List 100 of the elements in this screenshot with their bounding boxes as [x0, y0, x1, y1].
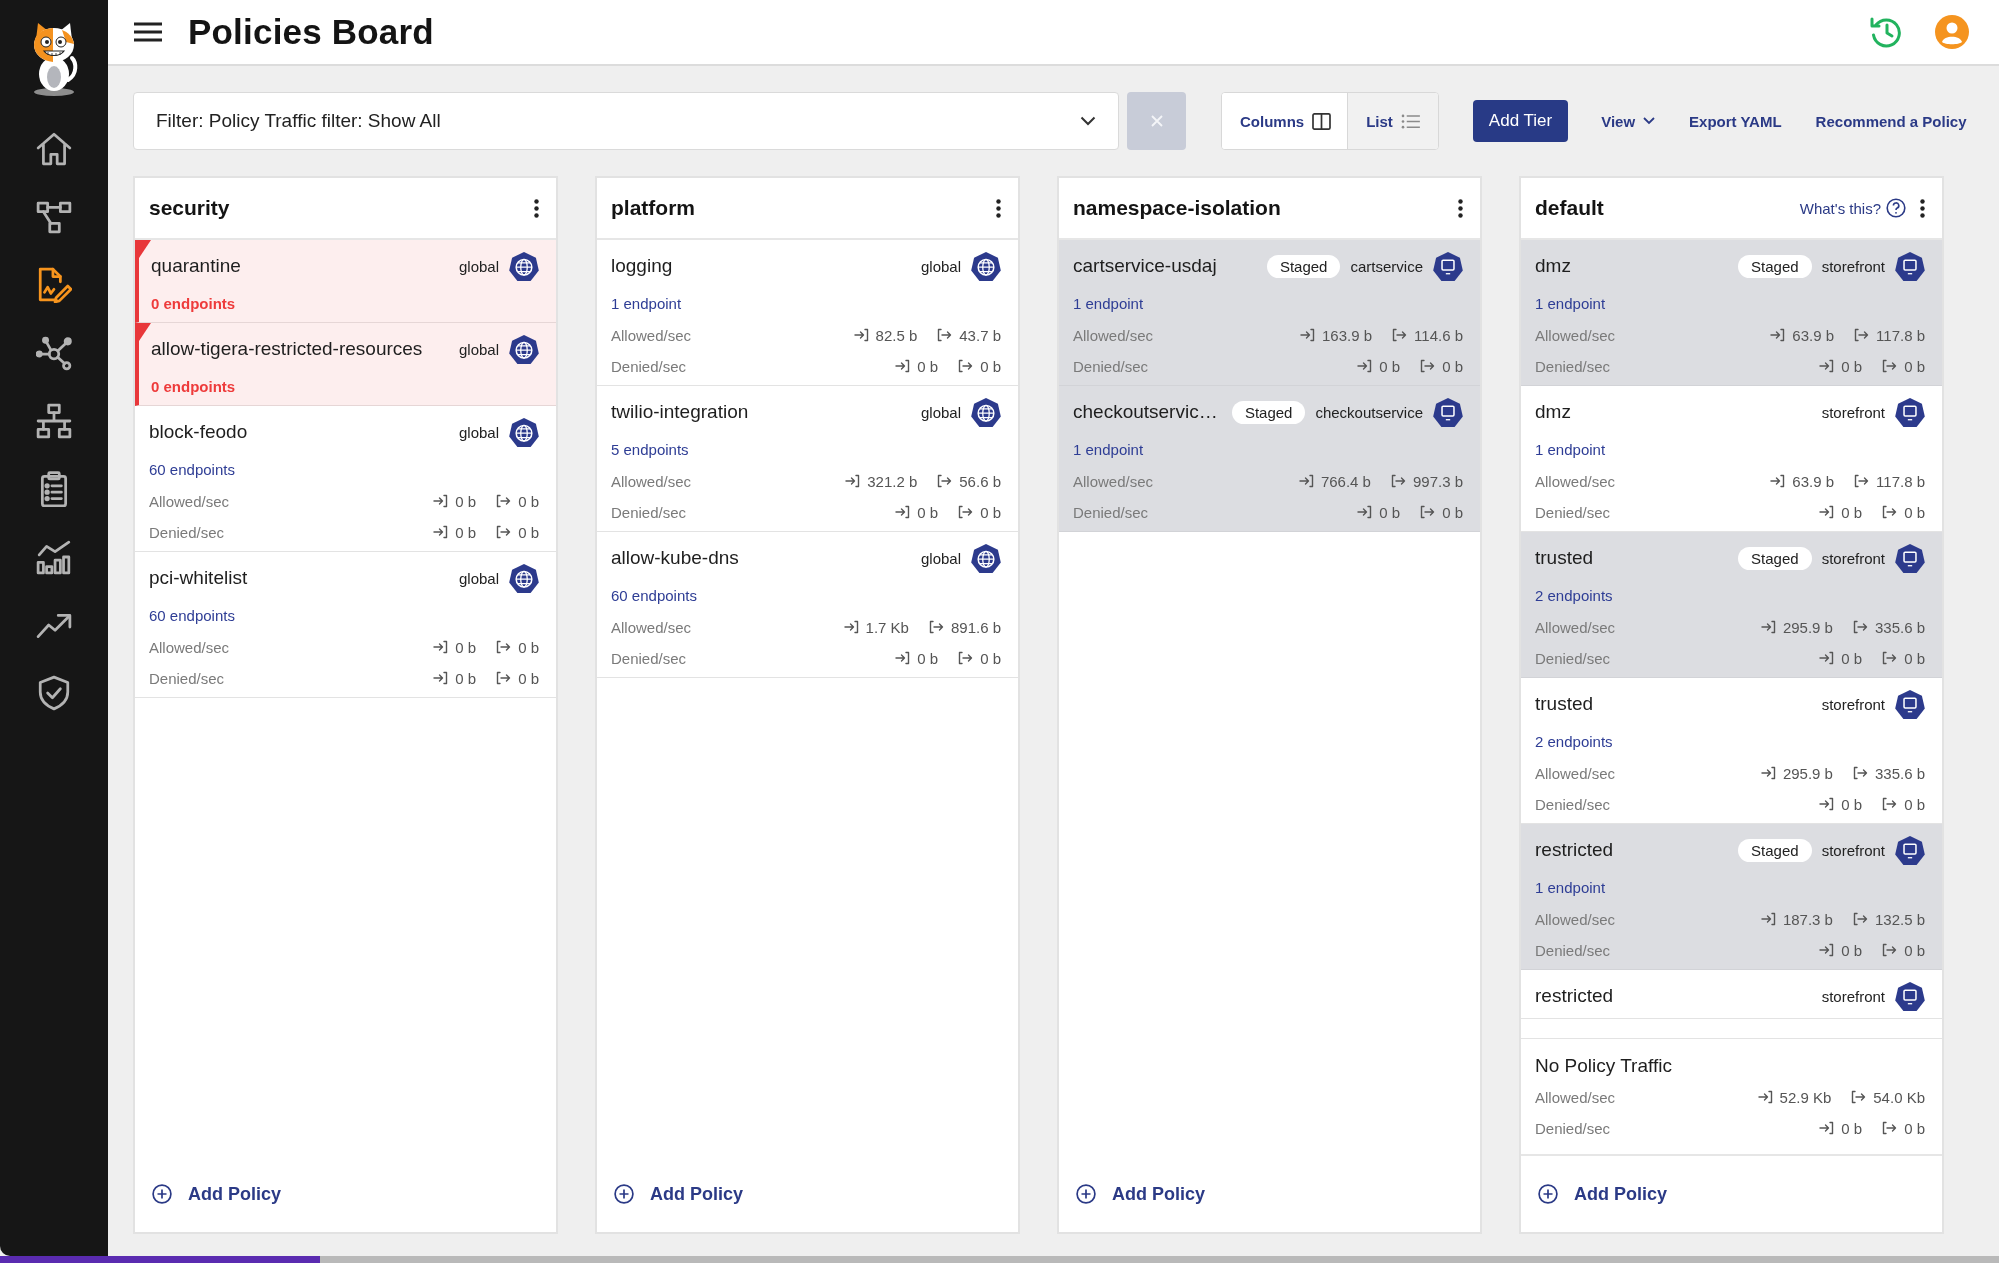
scope-label: global [458, 340, 499, 358]
endpoints-link[interactable]: 0 endpoints [151, 376, 539, 398]
shield-check-icon[interactable] [36, 675, 72, 711]
stat-label: Allowed/sec [611, 472, 692, 490]
scope-label: storefront [1821, 549, 1885, 567]
policy-card[interactable]: trusted Staged storefront 2 endpoints Allowed/sec 295.9 b 335.6 b Denied/sec 0 b 0 b [1521, 532, 1942, 678]
endpoints-link[interactable]: 1 endpoint [1535, 439, 1925, 461]
arrow-in-icon [1819, 651, 1835, 665]
endpoints-link[interactable]: 60 endpoints [149, 605, 539, 627]
stat-value: 0 b [1841, 941, 1863, 959]
stat-value: 117.8 b [1876, 326, 1925, 344]
add-policy-button[interactable]: Add Policy [614, 1183, 743, 1205]
add-tier-button[interactable]: Add Tier [1472, 100, 1569, 142]
stat-value: 163.9 b [1322, 326, 1373, 344]
stat-value: 63.9 b [1792, 472, 1835, 490]
arrow-in-icon [1819, 1121, 1835, 1135]
list-icon [1400, 113, 1420, 129]
add-policy-button[interactable]: Add Policy [1538, 1183, 1667, 1205]
add-policy-button[interactable]: Add Policy [1076, 1183, 1205, 1205]
endpoints-link[interactable]: 1 endpoint [1073, 439, 1463, 461]
menu-icon[interactable] [134, 22, 162, 42]
caret-icon [1643, 117, 1656, 125]
endpoints-link[interactable]: 2 endpoints [1535, 731, 1925, 753]
arrow-out-icon [1882, 359, 1898, 373]
stat-label: Allowed/sec [1535, 618, 1616, 636]
view-tab[interactable]: List [1348, 93, 1438, 149]
arrow-out-icon [1390, 474, 1406, 488]
arrow-in-icon [1819, 359, 1835, 373]
endpoints-link[interactable]: 1 endpoint [611, 293, 1001, 315]
arrow-in-icon [1357, 505, 1373, 519]
document-pen-icon[interactable] [36, 267, 72, 303]
policy-card[interactable]: dmz Staged storefront 1 endpoint Allowed/sec 63.9 b 117.8 b Denied/sec 0 b 0 b [1521, 240, 1942, 386]
stat-value: 0 b [1904, 649, 1925, 667]
stat-value: 0 b [917, 649, 939, 667]
stat-label: Denied/sec [1535, 357, 1611, 375]
arrow-out-icon [1882, 1121, 1898, 1135]
arrow-in-icon [1819, 505, 1835, 519]
endpoints-link[interactable]: 60 endpoints [611, 585, 1001, 607]
view-tab[interactable]: Columns [1222, 93, 1349, 149]
arrow-in-icon [1760, 620, 1776, 634]
status-tag: Staged [1231, 400, 1306, 424]
endpoints-link[interactable]: 2 endpoints [1535, 585, 1925, 607]
monitor-icon [1895, 835, 1925, 865]
toolbar-link[interactable]: Recommend a Policy [1815, 112, 1967, 130]
endpoints-link[interactable]: 5 endpoints [611, 439, 1001, 461]
more-icon[interactable] [996, 198, 1001, 218]
network-nodes-icon[interactable] [36, 335, 72, 371]
monitor-icon [1433, 397, 1463, 427]
policy-card[interactable]: cartservice-usdaj Staged cartservice 1 endpoint Allowed/sec 163.9 b 114.6 b Denied/sec 0 b 0 b [1059, 240, 1480, 386]
policy-card[interactable]: restricted Staged storefront 1 endpoint Allowed/sec 187.3 b 132.5 b Denied/sec 0 b 0 b [1521, 824, 1942, 970]
policy-name: cartservice-usdaj [1073, 255, 1217, 277]
globe-icon [971, 251, 1001, 281]
stat-value: 0 b [518, 492, 539, 510]
endpoints-link[interactable]: 1 endpoint [1535, 293, 1925, 315]
stat-value: 187.3 b [1782, 910, 1833, 928]
section-title: No Policy Traffic [1535, 1054, 1673, 1078]
more-icon[interactable] [534, 198, 539, 218]
history-icon[interactable] [1869, 15, 1903, 49]
stat-value: 0 b [518, 669, 539, 687]
arrow-out-icon [1852, 912, 1868, 926]
add-policy-button[interactable]: Add Policy [152, 1183, 281, 1205]
policy-card[interactable]: quarantine global 0 endpoints [135, 240, 556, 323]
help-link[interactable]: What's this? [1799, 198, 1906, 218]
more-icon[interactable] [1458, 198, 1463, 218]
filter-dropdown[interactable]: Filter: Policy Traffic filter: Show All [133, 92, 1119, 150]
arrow-out-icon [496, 640, 512, 654]
scope-label: cartservice [1350, 257, 1423, 275]
stat-label: Allowed/sec [1073, 326, 1154, 344]
stat-label: Allowed/sec [1073, 472, 1154, 490]
policy-name: trusted [1535, 547, 1594, 569]
toolbar-link[interactable]: Export YAML [1689, 112, 1782, 130]
view-menu-button[interactable]: View [1601, 112, 1656, 130]
endpoints-link[interactable]: 0 endpoints [151, 293, 539, 315]
arrow-in-icon [433, 671, 449, 685]
stat-label: Denied/sec [1535, 503, 1611, 521]
scope-label: storefront [1821, 987, 1885, 1005]
arrow-out-icon [496, 671, 512, 685]
stat-value: 0 b [455, 669, 477, 687]
policy-name: allow-kube-dns [611, 547, 739, 569]
policy-card[interactable]: allow-tigera-restricted-resources global 0 endpoints [135, 323, 556, 406]
endpoints-link[interactable]: 1 endpoint [1535, 877, 1925, 899]
stat-label: Allowed/sec [1535, 910, 1616, 928]
monitor-icon [1895, 981, 1925, 1011]
endpoints-link[interactable]: 1 endpoint [1073, 293, 1463, 315]
bar-line-chart-icon[interactable] [36, 539, 72, 575]
stat-label: Denied/sec [1535, 649, 1611, 667]
more-icon[interactable] [1920, 198, 1925, 218]
home-icon[interactable] [36, 131, 72, 167]
endpoints-link[interactable]: 60 endpoints [149, 459, 539, 481]
stat-value: 52.9 Kb [1779, 1088, 1832, 1106]
arrow-in-icon [843, 620, 859, 634]
policy-name: trusted [1535, 693, 1594, 715]
flow-diagram-icon[interactable] [36, 199, 72, 235]
stat-value: 0 b [1904, 941, 1925, 959]
hierarchy-icon[interactable] [36, 403, 72, 439]
arrow-out-icon [496, 494, 512, 508]
tier-title: default [1535, 196, 1604, 220]
policy-card[interactable]: checkoutservic… Staged checkoutservice 1 endpoint Allowed/sec 766.4 b 997.3 b Denied/sec 0 b 0 b [1059, 386, 1480, 532]
arrow-out-icon [1882, 651, 1898, 665]
globe-icon [509, 334, 539, 364]
